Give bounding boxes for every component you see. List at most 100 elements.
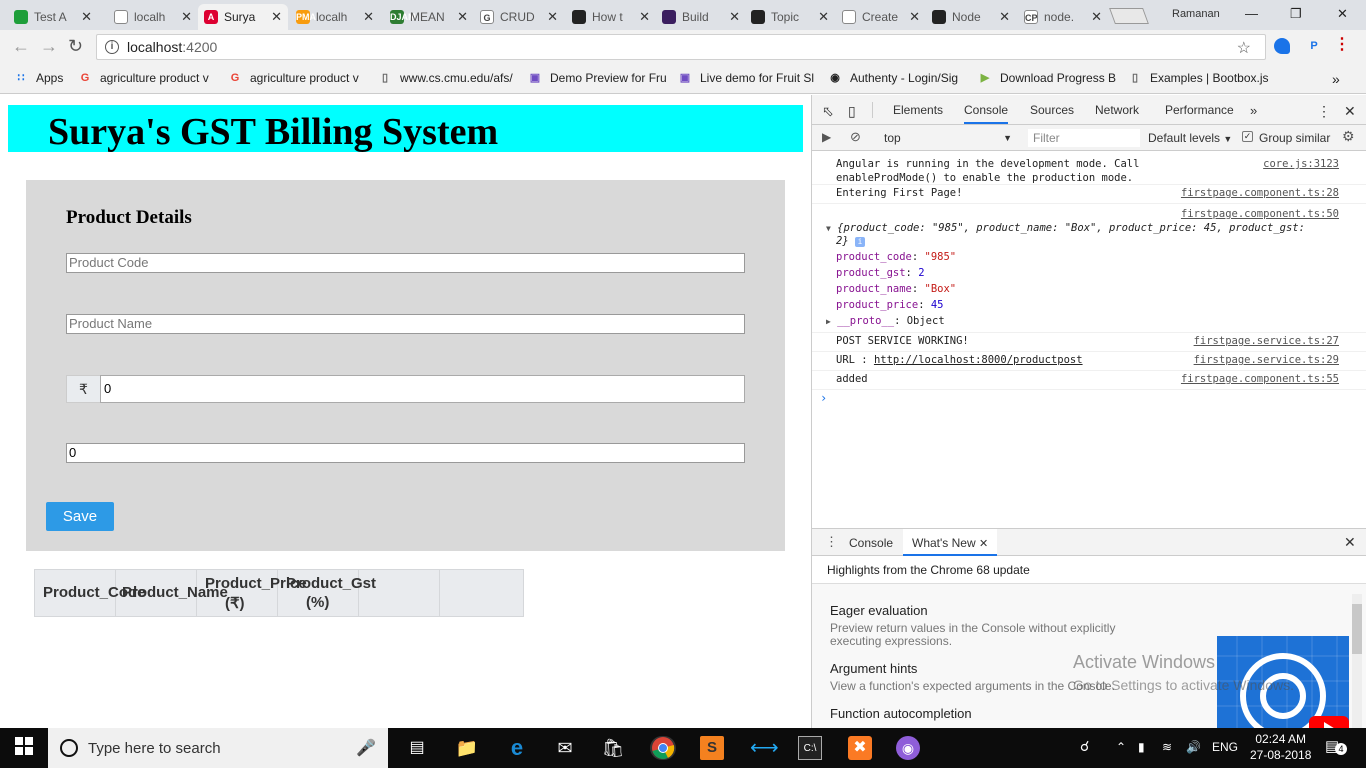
close-tab-icon[interactable]: ✕ xyxy=(271,9,282,25)
group-similar-checkbox[interactable]: ✓ xyxy=(1242,131,1253,142)
people-icon[interactable]: ☌ xyxy=(1080,738,1089,755)
log-source-link[interactable]: firstpage.component.ts:55 xyxy=(1181,373,1339,385)
save-button[interactable]: Save xyxy=(46,502,114,531)
language-indicator[interactable]: ENG xyxy=(1212,740,1238,754)
console-settings-icon[interactable]: ⚙ xyxy=(1342,128,1355,145)
bookmark-item[interactable]: ▶ Download Progress B xyxy=(978,71,1116,85)
tab-network[interactable]: Network xyxy=(1095,103,1139,117)
product-code-input[interactable]: Product Code xyxy=(66,253,745,273)
log-source-link[interactable]: firstpage.service.ts:29 xyxy=(1194,354,1339,366)
github-desktop-icon[interactable]: ◉ xyxy=(896,736,920,760)
drawer-menu-icon[interactable]: ⋮ xyxy=(825,534,838,550)
drawer-tab-whats-new[interactable]: What's New ✕ xyxy=(903,529,998,556)
log-url-link[interactable]: http://localhost:8000/productpost xyxy=(874,354,1083,366)
bookmark-item[interactable]: Gagriculture product v xyxy=(78,71,209,85)
edge-icon[interactable]: e xyxy=(505,736,529,760)
sublime-text-icon[interactable]: S xyxy=(700,736,724,760)
inspect-element-icon[interactable]: ⬁ xyxy=(822,103,834,120)
product-price-input[interactable]: 0 xyxy=(100,375,745,403)
profile-name[interactable]: Ramanan xyxy=(1172,8,1220,20)
log-source-link[interactable]: firstpage.service.ts:27 xyxy=(1194,335,1339,347)
reload-icon[interactable]: ↻ xyxy=(68,36,83,57)
chrome-menu-icon[interactable]: ⋮ xyxy=(1334,37,1350,54)
close-tab-icon[interactable]: ✕ xyxy=(729,9,740,25)
restore-icon[interactable]: ❐ xyxy=(1290,6,1302,22)
close-tab-icon[interactable]: ✕ xyxy=(81,9,92,25)
browser-tab[interactable]: Node ✕ xyxy=(926,4,1016,30)
file-explorer-icon[interactable]: 📁 xyxy=(455,736,479,760)
log-levels-dropdown[interactable]: Default levels ▼ xyxy=(1148,131,1232,145)
close-tab-icon[interactable]: ✕ xyxy=(639,9,650,25)
close-tab-icon[interactable]: ✕ xyxy=(363,9,374,25)
tab-performance[interactable]: Performance xyxy=(1165,103,1234,117)
console-filter-input[interactable]: Filter xyxy=(1028,129,1140,147)
store-icon[interactable]: 🛍 xyxy=(601,736,625,760)
tab-elements[interactable]: Elements xyxy=(893,103,943,117)
command-prompt-icon[interactable]: C:\ xyxy=(798,736,822,760)
minimize-icon[interactable]: — xyxy=(1245,6,1258,21)
system-clock[interactable]: 02:24 AM 27-08-2018 xyxy=(1250,731,1311,763)
mail-icon[interactable]: ✉ xyxy=(553,736,577,760)
bookmark-item[interactable]: ▣ Demo Preview for Fru xyxy=(528,71,667,85)
bookmark-item[interactable]: ▯ www.cs.cmu.edu/afs/ xyxy=(378,71,513,85)
close-tab-icon[interactable]: ✕ xyxy=(818,9,829,25)
close-tab-icon[interactable]: ✕ xyxy=(979,538,988,550)
action-center-icon[interactable]: ▤ 4 xyxy=(1325,737,1347,755)
drawer-scrollbar[interactable] xyxy=(1352,594,1362,728)
close-tab-icon[interactable]: ✕ xyxy=(181,9,192,25)
log-source-link[interactable]: core.js:3123 xyxy=(1263,157,1339,171)
chrome-taskbar-icon[interactable] xyxy=(650,736,676,760)
expand-object-icon[interactable]: ▼ xyxy=(826,224,831,233)
close-devtools-icon[interactable]: ✕ xyxy=(1344,103,1356,120)
context-selector[interactable]: top ▼ xyxy=(876,129,1016,147)
browser-tab[interactable]: How t ✕ xyxy=(566,4,656,30)
browser-tab[interactable]: CP node. ✕ xyxy=(1018,4,1108,30)
product-name-input[interactable]: Product Name xyxy=(66,314,745,334)
battery-icon[interactable]: ▮ xyxy=(1138,740,1145,754)
extension-cloud-icon[interactable] xyxy=(1274,38,1290,54)
browser-tab[interactable]: A Surya ✕ xyxy=(198,4,288,30)
more-bookmarks-icon[interactable]: » xyxy=(1332,71,1340,87)
whats-new-title[interactable]: Function autocompletion xyxy=(830,706,1160,721)
info-badge-icon[interactable]: i xyxy=(854,237,865,247)
close-drawer-icon[interactable]: ✕ xyxy=(1344,534,1356,551)
close-window-icon[interactable]: ✕ xyxy=(1337,6,1348,22)
bookmark-item[interactable]: Gagriculture product v xyxy=(228,71,359,85)
log-source-link[interactable]: firstpage.component.ts:50 xyxy=(1181,206,1339,222)
bookmark-item[interactable]: ▣ Live demo for Fruit Sl xyxy=(678,71,814,85)
new-tab-button[interactable] xyxy=(1109,8,1149,24)
expand-proto-icon[interactable]: ▶ xyxy=(826,317,831,326)
wifi-icon[interactable]: ≋ xyxy=(1162,740,1172,754)
browser-tab[interactable]: Topic ✕ xyxy=(745,4,835,30)
browser-tab[interactable]: DJAM MEAN ✕ xyxy=(384,4,474,30)
whats-new-title[interactable]: Eager evaluation xyxy=(830,603,1160,618)
close-tab-icon[interactable]: ✕ xyxy=(1091,9,1102,25)
bookmark-star-icon[interactable]: ☆ xyxy=(1237,38,1251,58)
info-icon[interactable]: i xyxy=(105,40,119,54)
browser-tab[interactable]: localh ✕ xyxy=(108,4,198,30)
show-hidden-icons[interactable]: ⌃ xyxy=(1116,740,1126,754)
bookmark-item[interactable]: ◉ Authenty - Login/Sig xyxy=(828,71,958,85)
vscode-icon[interactable]: ⟷ xyxy=(750,736,779,760)
more-tabs-icon[interactable]: » xyxy=(1250,103,1257,118)
browser-tab[interactable]: Test A ✕ xyxy=(8,4,98,30)
tab-console[interactable]: Console xyxy=(964,103,1009,124)
close-tab-icon[interactable]: ✕ xyxy=(547,9,558,25)
browser-tab[interactable]: Create ✕ xyxy=(836,4,926,30)
microphone-icon[interactable]: 🎤 xyxy=(356,738,376,758)
browser-tab[interactable]: G CRUD ✕ xyxy=(474,4,564,30)
console-prompt-icon[interactable]: › xyxy=(820,391,827,405)
close-tab-icon[interactable]: ✕ xyxy=(999,9,1010,25)
product-gst-input[interactable]: 0 xyxy=(66,443,745,463)
windows-start-icon[interactable] xyxy=(12,736,36,760)
browser-tab[interactable]: PMA localh ✕ xyxy=(290,4,380,30)
drawer-tab-console[interactable]: Console xyxy=(849,536,893,550)
sidebar-toggle-icon[interactable]: ▶ xyxy=(822,130,831,144)
devtools-menu-icon[interactable]: ⋮ xyxy=(1317,103,1331,120)
volume-icon[interactable]: 🔊 xyxy=(1186,740,1201,754)
bookmark-item[interactable]: ∷ Apps xyxy=(14,71,64,85)
clear-console-icon[interactable]: ⊘ xyxy=(850,129,861,145)
back-icon[interactable]: ← xyxy=(12,36,30,57)
close-tab-icon[interactable]: ✕ xyxy=(457,9,468,25)
task-view-icon[interactable]: ▤ xyxy=(405,736,429,760)
